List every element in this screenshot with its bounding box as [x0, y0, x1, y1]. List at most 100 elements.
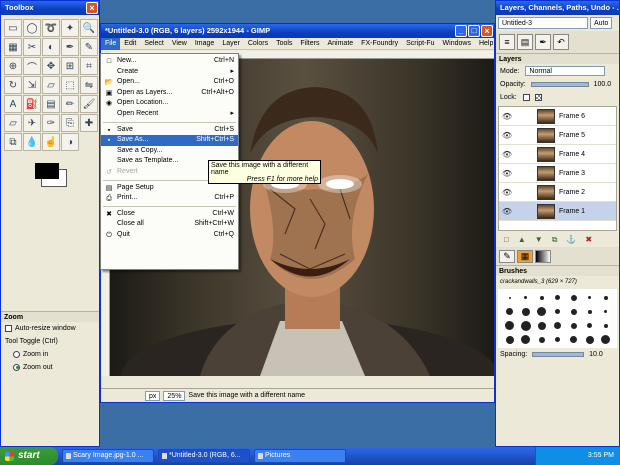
- layer-row[interactable]: 👁 Frame 4: [499, 145, 616, 164]
- menu-item-save-as[interactable]: ▪ Save As... Shift+Ctrl+S: [101, 135, 238, 146]
- perspective-icon[interactable]: ⬚: [61, 76, 79, 94]
- brush-preview[interactable]: [534, 333, 549, 346]
- maximize-icon[interactable]: □: [468, 25, 480, 37]
- zoom-dropdown[interactable]: 25%: [163, 390, 186, 401]
- menu-item-new[interactable]: □ New... Ctrl+N: [101, 56, 238, 67]
- blend-icon[interactable]: ▤: [42, 95, 60, 113]
- menu-item-close[interactable]: ✖ Close Ctrl+W: [101, 209, 238, 220]
- menu-item-page-setup[interactable]: ▤ Page Setup: [101, 183, 238, 194]
- lower-layer-icon[interactable]: ▼: [535, 235, 543, 245]
- menu-fx-foundry[interactable]: FX-Foundry: [357, 38, 402, 50]
- menu-item-save[interactable]: ▪ Save Ctrl+S: [101, 125, 238, 136]
- crop-icon[interactable]: ⌗: [80, 57, 98, 75]
- brushes-tab-icon[interactable]: ✎: [499, 250, 515, 263]
- layer-row[interactable]: 👁 Frame 6: [499, 107, 616, 126]
- brush-preview[interactable]: [582, 319, 597, 332]
- bucket-fill-icon[interactable]: ⛽: [23, 95, 41, 113]
- new-layer-icon[interactable]: □: [504, 235, 509, 245]
- layer-row[interactable]: 👁 Frame 1: [499, 202, 616, 221]
- brush-preview[interactable]: [598, 291, 613, 304]
- close-icon[interactable]: ×: [481, 25, 493, 37]
- start-button[interactable]: start: [0, 447, 58, 465]
- brush-preview[interactable]: [566, 291, 581, 304]
- menu-item-open-location[interactable]: ◉ Open Location...: [101, 98, 238, 109]
- text-icon[interactable]: A: [4, 95, 22, 113]
- zoom-in-option[interactable]: Zoom in: [1, 348, 99, 361]
- menu-colors[interactable]: Colors: [244, 38, 272, 50]
- paths-tab-icon[interactable]: ✒: [535, 34, 551, 50]
- brush-preview[interactable]: [502, 333, 517, 346]
- blur-icon[interactable]: 💧: [23, 133, 41, 151]
- brush-preview[interactable]: [582, 291, 597, 304]
- taskbar-button[interactable]: *Untitled-3.0 (RGB, 6...: [158, 449, 250, 463]
- heal-icon[interactable]: ✚: [80, 114, 98, 132]
- brush-preview[interactable]: [582, 305, 597, 318]
- brush-preview[interactable]: [550, 305, 565, 318]
- auto-resize-option[interactable]: Auto-resize window: [1, 322, 99, 335]
- brush-preview[interactable]: [598, 305, 613, 318]
- layers-tab-icon[interactable]: ≡: [499, 34, 515, 50]
- menu-item-quit[interactable]: ⏻ Quit Ctrl+Q: [101, 230, 238, 241]
- perspective-clone-icon[interactable]: ⧉: [4, 133, 22, 151]
- dock-titlebar[interactable]: Layers, Channels, Paths, Undo - ...: [496, 1, 619, 15]
- close-icon[interactable]: ×: [86, 2, 98, 14]
- rotate-icon[interactable]: ↻: [4, 76, 22, 94]
- menu-item-close-all[interactable]: Close all Shift+Ctrl+W: [101, 219, 238, 230]
- layer-row[interactable]: 👁 Frame 2: [499, 183, 616, 202]
- brush-preview[interactable]: [550, 333, 565, 346]
- image-selector[interactable]: Untitled-3: [498, 17, 588, 29]
- brush-preview[interactable]: [518, 333, 533, 346]
- menu-item-open-as-layers[interactable]: ▣ Open as Layers... Ctrl+Alt+O: [101, 88, 238, 99]
- eye-icon[interactable]: 👁: [499, 150, 515, 159]
- eye-icon[interactable]: 👁: [499, 169, 515, 178]
- spacing-value[interactable]: 10.0: [589, 351, 603, 358]
- taskbar-button[interactable]: Scary Image.jpg-1.0 ...: [62, 449, 154, 463]
- lock-pixels-checkbox[interactable]: [522, 93, 530, 101]
- color-area[interactable]: [5, 157, 95, 193]
- layer-row[interactable]: 👁 Frame 3: [499, 164, 616, 183]
- brush-preview[interactable]: [502, 319, 517, 332]
- clock[interactable]: 3:55 PM: [588, 452, 614, 459]
- spacing-slider[interactable]: [532, 351, 585, 357]
- flip-icon[interactable]: ⇋: [80, 76, 98, 94]
- align-icon[interactable]: ⊞: [61, 57, 79, 75]
- mode-dropdown[interactable]: Normal: [525, 66, 606, 76]
- paintbrush-icon[interactable]: 🖌: [80, 95, 98, 113]
- eye-icon[interactable]: 👁: [499, 207, 515, 216]
- menu-item-print[interactable]: ⎙ Print... Ctrl+P: [101, 193, 238, 204]
- menu-animate[interactable]: Animate: [323, 38, 357, 50]
- zoom-out-option[interactable]: Zoom out: [1, 361, 99, 374]
- color-picker-icon[interactable]: ✎: [80, 38, 98, 56]
- menu-help[interactable]: Help: [475, 38, 494, 50]
- menu-file[interactable]: File: [101, 37, 121, 50]
- airbrush-icon[interactable]: ✈: [23, 114, 41, 132]
- gradients-tab-icon[interactable]: [535, 250, 551, 263]
- menu-item-save-a-copy[interactable]: Save a Copy...: [101, 146, 238, 157]
- foreground-select-icon[interactable]: ◐: [42, 38, 60, 56]
- foreground-color-swatch[interactable]: [35, 163, 59, 179]
- menu-item-create[interactable]: Create ▸: [101, 67, 238, 78]
- brush-preview[interactable]: [598, 319, 613, 332]
- menu-filters[interactable]: Filters: [296, 38, 323, 50]
- opacity-slider[interactable]: [530, 81, 589, 87]
- gimp-titlebar[interactable]: *Untitled-3.0 (RGB, 6 layers) 2592x1944 …: [101, 24, 494, 38]
- scissors-icon[interactable]: ✂: [23, 38, 41, 56]
- brush-preview[interactable]: [534, 319, 549, 332]
- duplicate-layer-icon[interactable]: ⧉: [552, 235, 558, 245]
- menu-edit[interactable]: Edit: [120, 38, 140, 50]
- zoom-out-radio[interactable]: [13, 363, 20, 371]
- brush-preview[interactable]: [582, 333, 597, 346]
- eye-icon[interactable]: 👁: [499, 131, 515, 140]
- patterns-tab-icon[interactable]: ▦: [517, 250, 533, 263]
- menu-windows[interactable]: Windows: [439, 38, 475, 50]
- minimize-icon[interactable]: _: [455, 25, 467, 37]
- brush-preview[interactable]: [566, 305, 581, 318]
- free-select-icon[interactable]: ➰: [42, 19, 60, 37]
- select-by-color-icon[interactable]: ▦: [4, 38, 22, 56]
- taskbar-button[interactable]: Pictures: [254, 449, 346, 463]
- zoom-icon[interactable]: ⊕: [4, 57, 22, 75]
- ellipse-select-icon[interactable]: ◯: [23, 19, 41, 37]
- layer-row[interactable]: 👁 Frame 5: [499, 126, 616, 145]
- brush-preview[interactable]: [518, 305, 533, 318]
- eye-icon[interactable]: 👁: [499, 112, 515, 121]
